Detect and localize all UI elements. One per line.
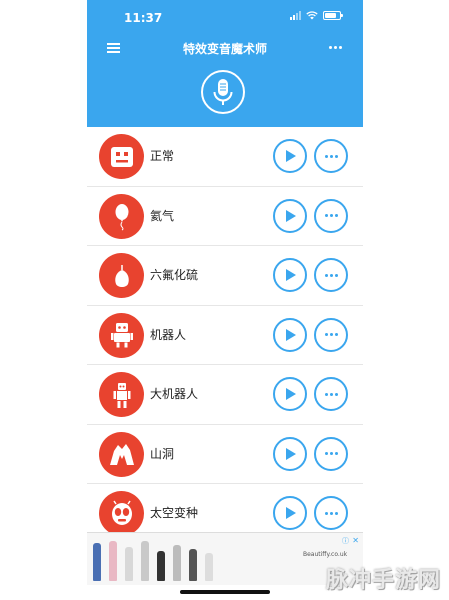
play-button[interactable] (273, 258, 307, 292)
ad-banner[interactable]: Beautiffy.co.uk ⓘ ✕ (87, 532, 363, 585)
list-item: 氦气 (87, 187, 363, 246)
options-button[interactable] (314, 198, 348, 233)
signal-icon (290, 11, 301, 20)
list-item: 大机器人 (87, 365, 363, 425)
alien-icon (99, 491, 144, 536)
voice-label: 氦气 (150, 208, 175, 223)
play-icon (286, 447, 296, 460)
play-icon (286, 507, 296, 519)
big-robot-icon (99, 372, 144, 417)
robot-face-icon (99, 134, 144, 179)
microphone-icon (213, 79, 233, 105)
ad-close-icon[interactable]: ✕ (352, 536, 359, 545)
status-indicators (290, 11, 343, 20)
robot-icon (99, 312, 144, 358)
play-button[interactable] (273, 496, 307, 530)
options-button[interactable] (314, 317, 348, 352)
play-button[interactable] (273, 436, 307, 471)
play-icon (286, 388, 296, 400)
voice-label: 机器人 (150, 327, 187, 342)
play-button[interactable] (273, 377, 307, 411)
cave-icon (99, 431, 144, 477)
list-item: 机器人 (87, 306, 363, 365)
list-item: 正常 (87, 127, 363, 187)
play-icon (286, 269, 296, 281)
status-time: 11:37 (124, 11, 163, 25)
voice-label: 大机器人 (150, 387, 199, 401)
page-title: 特效变音魔术师 (182, 42, 267, 56)
play-button[interactable] (273, 198, 307, 233)
home-indicator (180, 590, 270, 594)
app-header: 11:37 特效变音魔术师 (87, 0, 363, 127)
options-button[interactable] (314, 139, 348, 173)
ad-product-images (93, 537, 293, 581)
voice-label: 山洞 (150, 446, 175, 461)
voice-label: 正常 (150, 149, 175, 163)
ad-brand-text[interactable]: Beautiffy.co.uk (303, 551, 347, 558)
play-button[interactable] (273, 139, 307, 173)
options-button[interactable] (314, 496, 348, 530)
options-button[interactable] (314, 258, 348, 292)
battery-icon (323, 11, 343, 20)
play-icon (286, 209, 296, 222)
site-watermark: 脉冲手游网 (325, 568, 441, 593)
record-button[interactable] (201, 70, 245, 114)
more-options-icon[interactable] (329, 46, 342, 49)
list-item: 六氟化硫 (87, 246, 363, 306)
voice-label: 六氟化硫 (150, 268, 199, 282)
play-icon (286, 328, 296, 341)
play-icon (286, 150, 296, 162)
list-item: 山洞 (87, 425, 363, 484)
voice-effect-list: 正常 氦气 六氟化硫 机器人 大机器人 山洞 太空变种 (87, 127, 363, 544)
phone-screen: 11:37 特效变音魔术师 正常 氦气 六氟化硫 机器人 大机器人 山洞 太空变… (87, 0, 363, 600)
options-button[interactable] (314, 436, 348, 471)
options-button[interactable] (314, 377, 348, 411)
play-button[interactable] (273, 317, 307, 352)
wifi-icon (306, 11, 318, 20)
gas-bulb-icon (99, 253, 144, 298)
ad-info-icon[interactable]: ⓘ (342, 536, 349, 546)
balloon-icon (99, 193, 144, 239)
